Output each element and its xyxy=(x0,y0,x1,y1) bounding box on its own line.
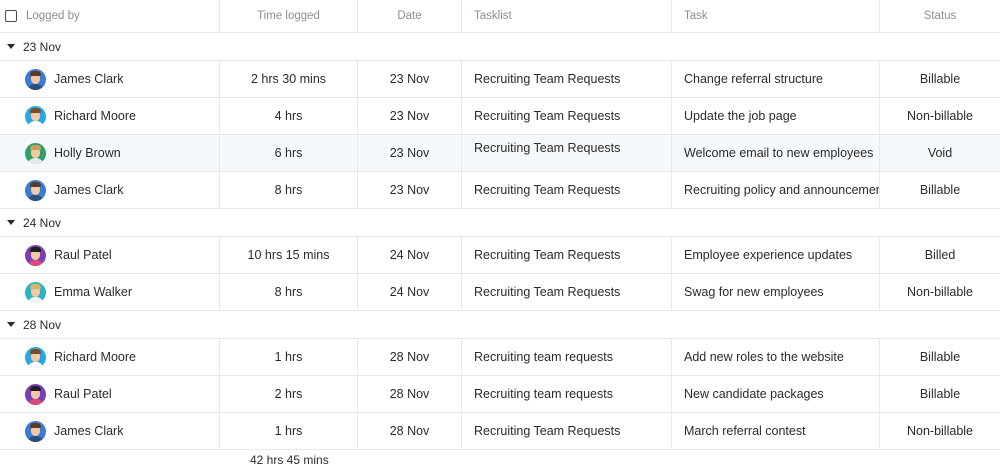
logged-by-cell: Emma Walker xyxy=(0,274,220,310)
user-name: James Clark xyxy=(54,72,124,86)
logged-by-cell: Raul Patel xyxy=(0,376,220,412)
table-row[interactable]: James Clark 8 hrs 23 Nov Recruiting Team… xyxy=(0,172,1000,209)
table-row[interactable]: Raul Patel 10 hrs 15 mins 24 Nov Recruit… xyxy=(0,237,1000,274)
date-cell: 23 Nov xyxy=(358,98,462,134)
status-cell: Billable xyxy=(919,387,961,401)
status-cell: Non-billable xyxy=(906,285,973,299)
caret-down-icon[interactable] xyxy=(7,220,15,225)
logged-by-cell: Raul Patel xyxy=(0,237,220,273)
column-header-date[interactable]: Date xyxy=(358,0,462,32)
task-cell: New candidate packages xyxy=(672,376,880,412)
date-cell: 28 Nov xyxy=(358,376,462,412)
date-cell: 28 Nov xyxy=(358,413,462,449)
avatar xyxy=(25,383,46,405)
user-name: Richard Moore xyxy=(54,109,136,123)
status-cell: Void xyxy=(927,146,953,160)
avatar xyxy=(25,346,46,368)
date-cell: 23 Nov xyxy=(358,61,462,97)
avatar xyxy=(25,68,46,90)
task-cell: Update the job page xyxy=(672,98,880,134)
group-header-28-nov[interactable]: 28 Nov xyxy=(0,311,1000,339)
user-name: Emma Walker xyxy=(54,285,133,299)
task-cell: Recruiting policy and announcement xyxy=(672,172,880,208)
tasklist-cell: Recruiting Team Requests xyxy=(462,172,672,208)
status-cell: Non-billable xyxy=(906,424,973,438)
user-name: James Clark xyxy=(54,424,124,438)
task-cell: Swag for new employees xyxy=(672,274,880,310)
caret-down-icon[interactable] xyxy=(7,322,15,327)
table-row[interactable]: Holly Brown 6 hrs 23 Nov Recruiting Team… xyxy=(0,135,1000,172)
column-header-status[interactable]: Status xyxy=(880,0,1000,32)
table-header: Logged by Time logged Date Tasklist Task… xyxy=(0,0,1000,33)
tasklist-cell: Recruiting team requests xyxy=(462,376,672,412)
date-cell: 23 Nov xyxy=(358,135,462,171)
tasklist-cell: Recruiting Team Requests xyxy=(462,61,672,97)
time-logged-cell: 8 hrs xyxy=(220,172,358,208)
table-row[interactable]: James Clark 2 hrs 30 mins 23 Nov Recruit… xyxy=(0,61,1000,98)
column-header-logged-by[interactable]: Logged by xyxy=(0,0,220,32)
avatar xyxy=(25,281,46,303)
time-logged-cell: 1 hrs xyxy=(220,413,358,449)
date-cell: 24 Nov xyxy=(358,237,462,273)
time-logged-cell: 8 hrs xyxy=(220,274,358,310)
group-label: 28 Nov xyxy=(23,317,62,332)
table-row[interactable]: Richard Moore 1 hrs 28 Nov Recruiting te… xyxy=(0,339,1000,376)
tasklist-cell: Recruiting Team Requests xyxy=(462,237,672,273)
avatar xyxy=(25,105,46,127)
logged-by-cell: James Clark xyxy=(0,413,220,449)
avatar xyxy=(25,420,46,442)
group-header-24-nov[interactable]: 24 Nov xyxy=(0,209,1000,237)
date-cell: 28 Nov xyxy=(358,339,462,375)
logged-by-cell: Richard Moore xyxy=(0,339,220,375)
logged-by-cell: James Clark xyxy=(0,61,220,97)
time-logged-cell: 6 hrs xyxy=(220,135,358,171)
task-cell: Welcome email to new employees xyxy=(672,135,880,171)
table-row[interactable]: Emma Walker 8 hrs 24 Nov Recruiting Team… xyxy=(0,274,1000,311)
table-row[interactable]: Richard Moore 4 hrs 23 Nov Recruiting Te… xyxy=(0,98,1000,135)
user-name: Raul Patel xyxy=(54,387,112,401)
task-cell: Change referral structure xyxy=(672,61,880,97)
table-row[interactable]: Raul Patel 2 hrs 28 Nov Recruiting team … xyxy=(0,376,1000,413)
status-cell: Billed xyxy=(924,248,956,262)
time-logged-cell: 10 hrs 15 mins xyxy=(220,237,358,273)
user-name: Raul Patel xyxy=(54,248,112,262)
avatar xyxy=(25,244,46,266)
table-row[interactable]: James Clark 1 hrs 28 Nov Recruiting Team… xyxy=(0,413,1000,450)
group-label: 24 Nov xyxy=(23,215,62,230)
group-header-23-nov[interactable]: 23 Nov xyxy=(0,33,1000,61)
tasklist-cell: Recruiting Team Requests xyxy=(462,274,672,310)
user-name: Holly Brown xyxy=(54,146,121,160)
tasklist-cell: Recruiting team requests xyxy=(462,339,672,375)
logged-by-cell: Richard Moore xyxy=(0,98,220,134)
status-cell: Billable xyxy=(919,72,961,86)
group-label: 23 Nov xyxy=(23,39,62,54)
tasklist-cell[interactable]: Recruiting Team Requests xyxy=(462,135,672,171)
column-header-time-logged[interactable]: Time logged xyxy=(220,0,358,32)
time-logged-cell: 4 hrs xyxy=(220,98,358,134)
tasklist-cell: Recruiting Team Requests xyxy=(462,413,672,449)
logged-by-cell: Holly Brown xyxy=(0,135,220,171)
column-header-task[interactable]: Task xyxy=(672,0,880,32)
status-cell: Billable xyxy=(919,183,961,197)
avatar xyxy=(25,179,46,201)
date-cell: 24 Nov xyxy=(358,274,462,310)
status-cell: Non-billable xyxy=(906,109,973,123)
date-cell: 23 Nov xyxy=(358,172,462,208)
task-cell: Add new roles to the website xyxy=(672,339,880,375)
time-logged-cell: 2 hrs xyxy=(220,376,358,412)
avatar xyxy=(25,142,46,164)
user-name: James Clark xyxy=(54,183,124,197)
task-cell: Employee experience updates xyxy=(672,237,880,273)
time-logged-cell: 1 hrs xyxy=(220,339,358,375)
task-cell: March referral contest xyxy=(672,413,880,449)
logged-by-cell: James Clark xyxy=(0,172,220,208)
column-header-tasklist[interactable]: Tasklist xyxy=(462,0,672,32)
status-cell: Billable xyxy=(919,350,961,364)
time-log-table: Logged by Time logged Date Tasklist Task… xyxy=(0,0,1000,450)
tasklist-cell: Recruiting Team Requests xyxy=(462,98,672,134)
caret-down-icon[interactable] xyxy=(7,44,15,49)
user-name: Richard Moore xyxy=(54,350,136,364)
total-time-logged: 42 hrs 45 mins xyxy=(250,453,329,467)
time-logged-cell: 2 hrs 30 mins xyxy=(220,61,358,97)
